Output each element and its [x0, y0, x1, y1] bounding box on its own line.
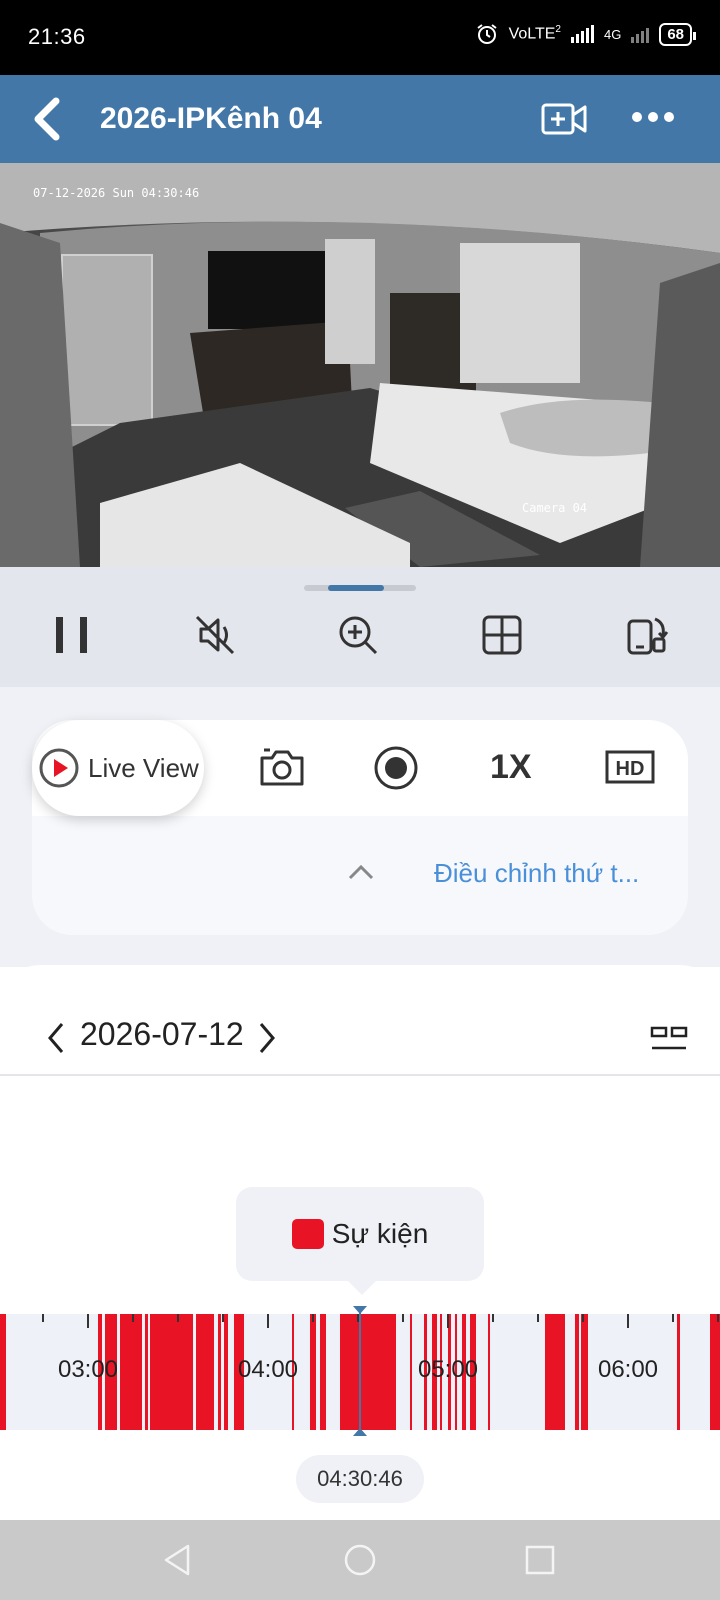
event-legend-label: Sự kiện — [331, 1218, 429, 1249]
app-bar: 2026-IPKênh 04 — [0, 75, 720, 163]
current-time-badge: 04:30:46 — [296, 1455, 424, 1503]
date-navigator: 2026-07-12 — [0, 1000, 720, 1076]
event-segment — [0, 1314, 6, 1430]
status-bar: 21:36 VoLTE2 4G 68 — [0, 0, 720, 75]
page-title: 2026-IPKênh 04 — [100, 102, 322, 135]
hd-label: HD — [616, 758, 645, 780]
status-time: 21:36 — [28, 24, 86, 49]
grid-view-icon[interactable] — [480, 613, 524, 657]
signal2-icon — [631, 25, 650, 43]
nav-back-icon[interactable] — [160, 1542, 196, 1578]
player-controls — [0, 567, 720, 687]
event-segment — [340, 1314, 396, 1430]
timeline-tick — [222, 1314, 224, 1322]
live-view-button[interactable]: Live View — [32, 720, 204, 816]
alarm-icon — [476, 24, 497, 44]
system-nav-bar — [0, 1520, 720, 1600]
event-segment — [150, 1314, 193, 1430]
adjust-order-link[interactable]: Điều chỉnh thứ t... — [434, 858, 639, 889]
network-label: VoLTE2 — [508, 24, 561, 43]
next-date-icon[interactable] — [255, 1020, 279, 1056]
nav-home-icon[interactable] — [342, 1542, 378, 1578]
event-segment — [581, 1314, 588, 1430]
event-segment — [710, 1314, 720, 1430]
event-segment — [677, 1314, 680, 1430]
mute-icon[interactable] — [193, 613, 237, 657]
event-segment — [145, 1314, 148, 1430]
event-segment — [224, 1314, 228, 1430]
event-segment — [320, 1314, 326, 1430]
event-segment — [120, 1314, 142, 1430]
timeline-tick — [132, 1314, 134, 1322]
timeline-tick — [402, 1314, 404, 1322]
timeline-tick — [672, 1314, 674, 1322]
timeline-tick — [42, 1314, 44, 1322]
rotate-screen-icon[interactable] — [625, 613, 669, 657]
hour-label: 04:00 — [237, 1356, 299, 1383]
current-date[interactable]: 2026-07-12 — [80, 1016, 244, 1053]
event-legend: Sự kiện — [236, 1187, 484, 1295]
timeline-tick — [582, 1314, 584, 1322]
timeline-tick — [537, 1314, 539, 1322]
timeline-cursor[interactable] — [353, 1306, 367, 1436]
net-type-label: 4G — [603, 26, 622, 42]
battery-icon: 68 — [659, 22, 696, 46]
chevron-up-icon[interactable] — [346, 862, 376, 882]
timeline-tick — [447, 1314, 449, 1328]
video-timestamp: 07-12-2026 Sun 04:30:46 — [33, 186, 200, 200]
timeline-tick — [177, 1314, 179, 1322]
hd-quality-icon[interactable]: HD — [604, 744, 656, 792]
hour-label: 03:00 — [57, 1356, 119, 1383]
drag-handle[interactable] — [304, 585, 416, 591]
timeline-tick — [267, 1314, 269, 1328]
event-segment — [196, 1314, 214, 1430]
event-segment — [410, 1314, 412, 1430]
record-icon[interactable] — [372, 744, 420, 792]
hour-label: 06:00 — [597, 1356, 659, 1383]
back-chevron-icon[interactable] — [28, 95, 68, 143]
camera-snapshot-icon[interactable] — [258, 744, 306, 792]
event-swatch — [291, 1219, 324, 1249]
hour-label: 05:00 — [417, 1356, 479, 1383]
event-segment — [545, 1314, 565, 1430]
pause-icon[interactable] — [50, 613, 94, 657]
timeline-tick — [492, 1314, 494, 1322]
timeline-tick — [87, 1314, 89, 1328]
timeline-tick — [312, 1314, 314, 1322]
camera-feed-image — [0, 163, 720, 567]
status-indicators: VoLTE2 4G 68 — [475, 22, 696, 46]
view-mode-icon[interactable] — [650, 1024, 688, 1054]
add-camera-icon[interactable] — [540, 99, 588, 139]
nav-recents-icon[interactable] — [522, 1542, 558, 1578]
prev-date-icon[interactable] — [44, 1020, 68, 1056]
camera-label: Camera 04 — [522, 501, 588, 515]
event-segment — [218, 1314, 221, 1430]
drag-handle-knob — [328, 585, 384, 591]
more-dots-icon[interactable] — [630, 105, 676, 129]
timeline-tick — [627, 1314, 629, 1328]
event-segment — [575, 1314, 579, 1430]
signal-icon — [570, 25, 594, 43]
event-segment — [310, 1314, 316, 1430]
video-player[interactable]: 07-12-2026 Sun 04:30:46 Camera 04 — [0, 163, 720, 567]
event-segment — [488, 1314, 490, 1430]
speed-button[interactable]: 1X — [490, 748, 532, 787]
zoom-in-icon[interactable] — [336, 613, 380, 657]
timeline-tick — [717, 1314, 719, 1322]
live-view-label: Live View — [88, 752, 199, 783]
play-circle-icon — [39, 748, 79, 788]
